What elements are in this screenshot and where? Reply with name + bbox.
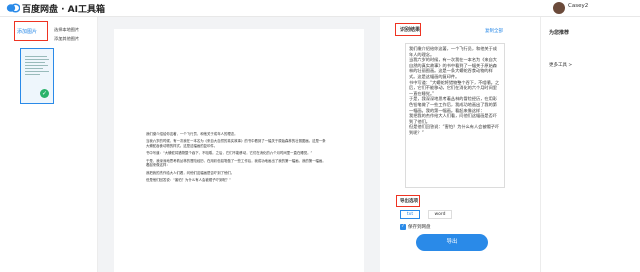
doc-paragraph: 当我六岁的时候，有一次我在一本名为《来自大自然的真实故事》的书中看到了一幅关于原… xyxy=(146,139,326,148)
add-image-tab[interactable]: 添加图片 xyxy=(14,21,48,41)
left-panel: 添加图片 选择本地图片 添加其他图片 ✓ xyxy=(0,17,98,272)
result-header: 识别结果 xyxy=(400,27,421,33)
result-paragraph: 我们缴介绍给你这著，一个飞行员，和他关于成年人的理念。 xyxy=(409,46,497,57)
save-to-netdisk-checkbox[interactable]: ✓ xyxy=(400,224,406,230)
username[interactable]: Casey2 xyxy=(568,3,588,9)
document-page: 我们缴介绍给你这著，一个飞行员，和他关于成年人的理念。 当我六岁的时候，有一次我… xyxy=(114,29,364,272)
select-local-image-button[interactable]: 选择本地图片 xyxy=(54,27,79,33)
export-button[interactable]: 导出 xyxy=(416,234,488,251)
baidu-netdisk-logo-icon xyxy=(6,3,20,13)
result-paragraph: 当我六岁的时候，有一次我在一本名为《来自大自然的真实故事》的书中看到了一幅关于原… xyxy=(409,57,497,79)
recommend-header: 为您推荐 xyxy=(549,30,570,36)
result-paragraph: 书中写道：“大蟒蛇将猎物整个吞下，不咀嚼。之后，它们不能移动，它们在消化的六个月… xyxy=(409,79,500,96)
copy-all-button[interactable]: 复制全部 xyxy=(485,28,503,34)
top-bar: 百度网盘 · AI工具箱 Casey2 xyxy=(0,0,640,17)
thumbnail-preview xyxy=(25,56,49,77)
doc-paragraph: 我们缴介绍给你这著，一个飞行员，和他关于成年人的理念。 xyxy=(146,132,238,136)
recommend-panel: 为您推荐 更多工具 > xyxy=(540,17,640,272)
export-format-txt[interactable]: txt xyxy=(400,210,420,219)
doc-paragraph: 于是，我深深地思考着丛林的冒险经历，在用彩色铅笔做了一些工作后，我成功地画出了我… xyxy=(146,158,326,168)
result-paragraph: 但是他们回答说：“害怕？为什么有人会被帽子吓到呢？” xyxy=(409,124,500,135)
more-tools-link[interactable]: 更多工具 > xyxy=(549,62,572,68)
save-to-netdisk-label: 保存到网盘 xyxy=(408,225,431,230)
export-format-word[interactable]: word xyxy=(428,210,452,219)
export-options-header-box: 导出选项 xyxy=(396,195,420,207)
selected-check-icon: ✓ xyxy=(40,89,49,98)
result-paragraph: 我把我的杰作给大人们看，问他们这幅画是否吓到了他们。 xyxy=(409,113,497,124)
avatar[interactable] xyxy=(553,2,565,14)
document-preview-area: 我们缴介绍给你这著，一个飞行员，和他关于成年人的理念。 当我六岁的时候，有一次我… xyxy=(98,17,380,272)
doc-paragraph: 我把我的杰作给大人们看，问他们这幅画是否吓到了他们。 xyxy=(146,170,235,175)
result-header-box: 识别结果 xyxy=(395,23,421,36)
result-textarea[interactable]: 我们缴介绍给你这著，一个飞行员，和他关于成年人的理念。 当我六岁的时候，有一次我… xyxy=(405,43,505,188)
result-panel: 识别结果 复制全部 我们缴介绍给你这著，一个飞行员，和他关于成年人的理念。 当我… xyxy=(390,17,530,272)
panel-divider xyxy=(380,17,390,272)
app-title: 百度网盘 · AI工具箱 xyxy=(22,5,105,15)
doc-paragraph: 但是他们回答说：“害怕？为什么有人会被帽子吓到呢？” xyxy=(146,178,231,183)
result-paragraph: 于是，我深深地思考着丛林的冒险经历，在用彩色铅笔做了一些工作后，我成功地画出了我… xyxy=(409,96,497,113)
document-text: 我们缴介绍给你这著，一个飞行员，和他关于成年人的理念。 当我六岁的时候，有一次我… xyxy=(146,132,326,186)
add-other-image-button[interactable]: 添加其他图片 xyxy=(54,36,79,42)
image-thumbnail[interactable]: ✓ xyxy=(20,48,54,104)
export-options-header: 导出选项 xyxy=(400,199,418,204)
doc-paragraph: 书中写道：“大蟒蛇将猎物整个吞下，不咀嚼。之后，它们不能移动，它们在消化的六个月… xyxy=(146,151,313,156)
add-image-tab-label: 添加图片 xyxy=(17,29,38,35)
